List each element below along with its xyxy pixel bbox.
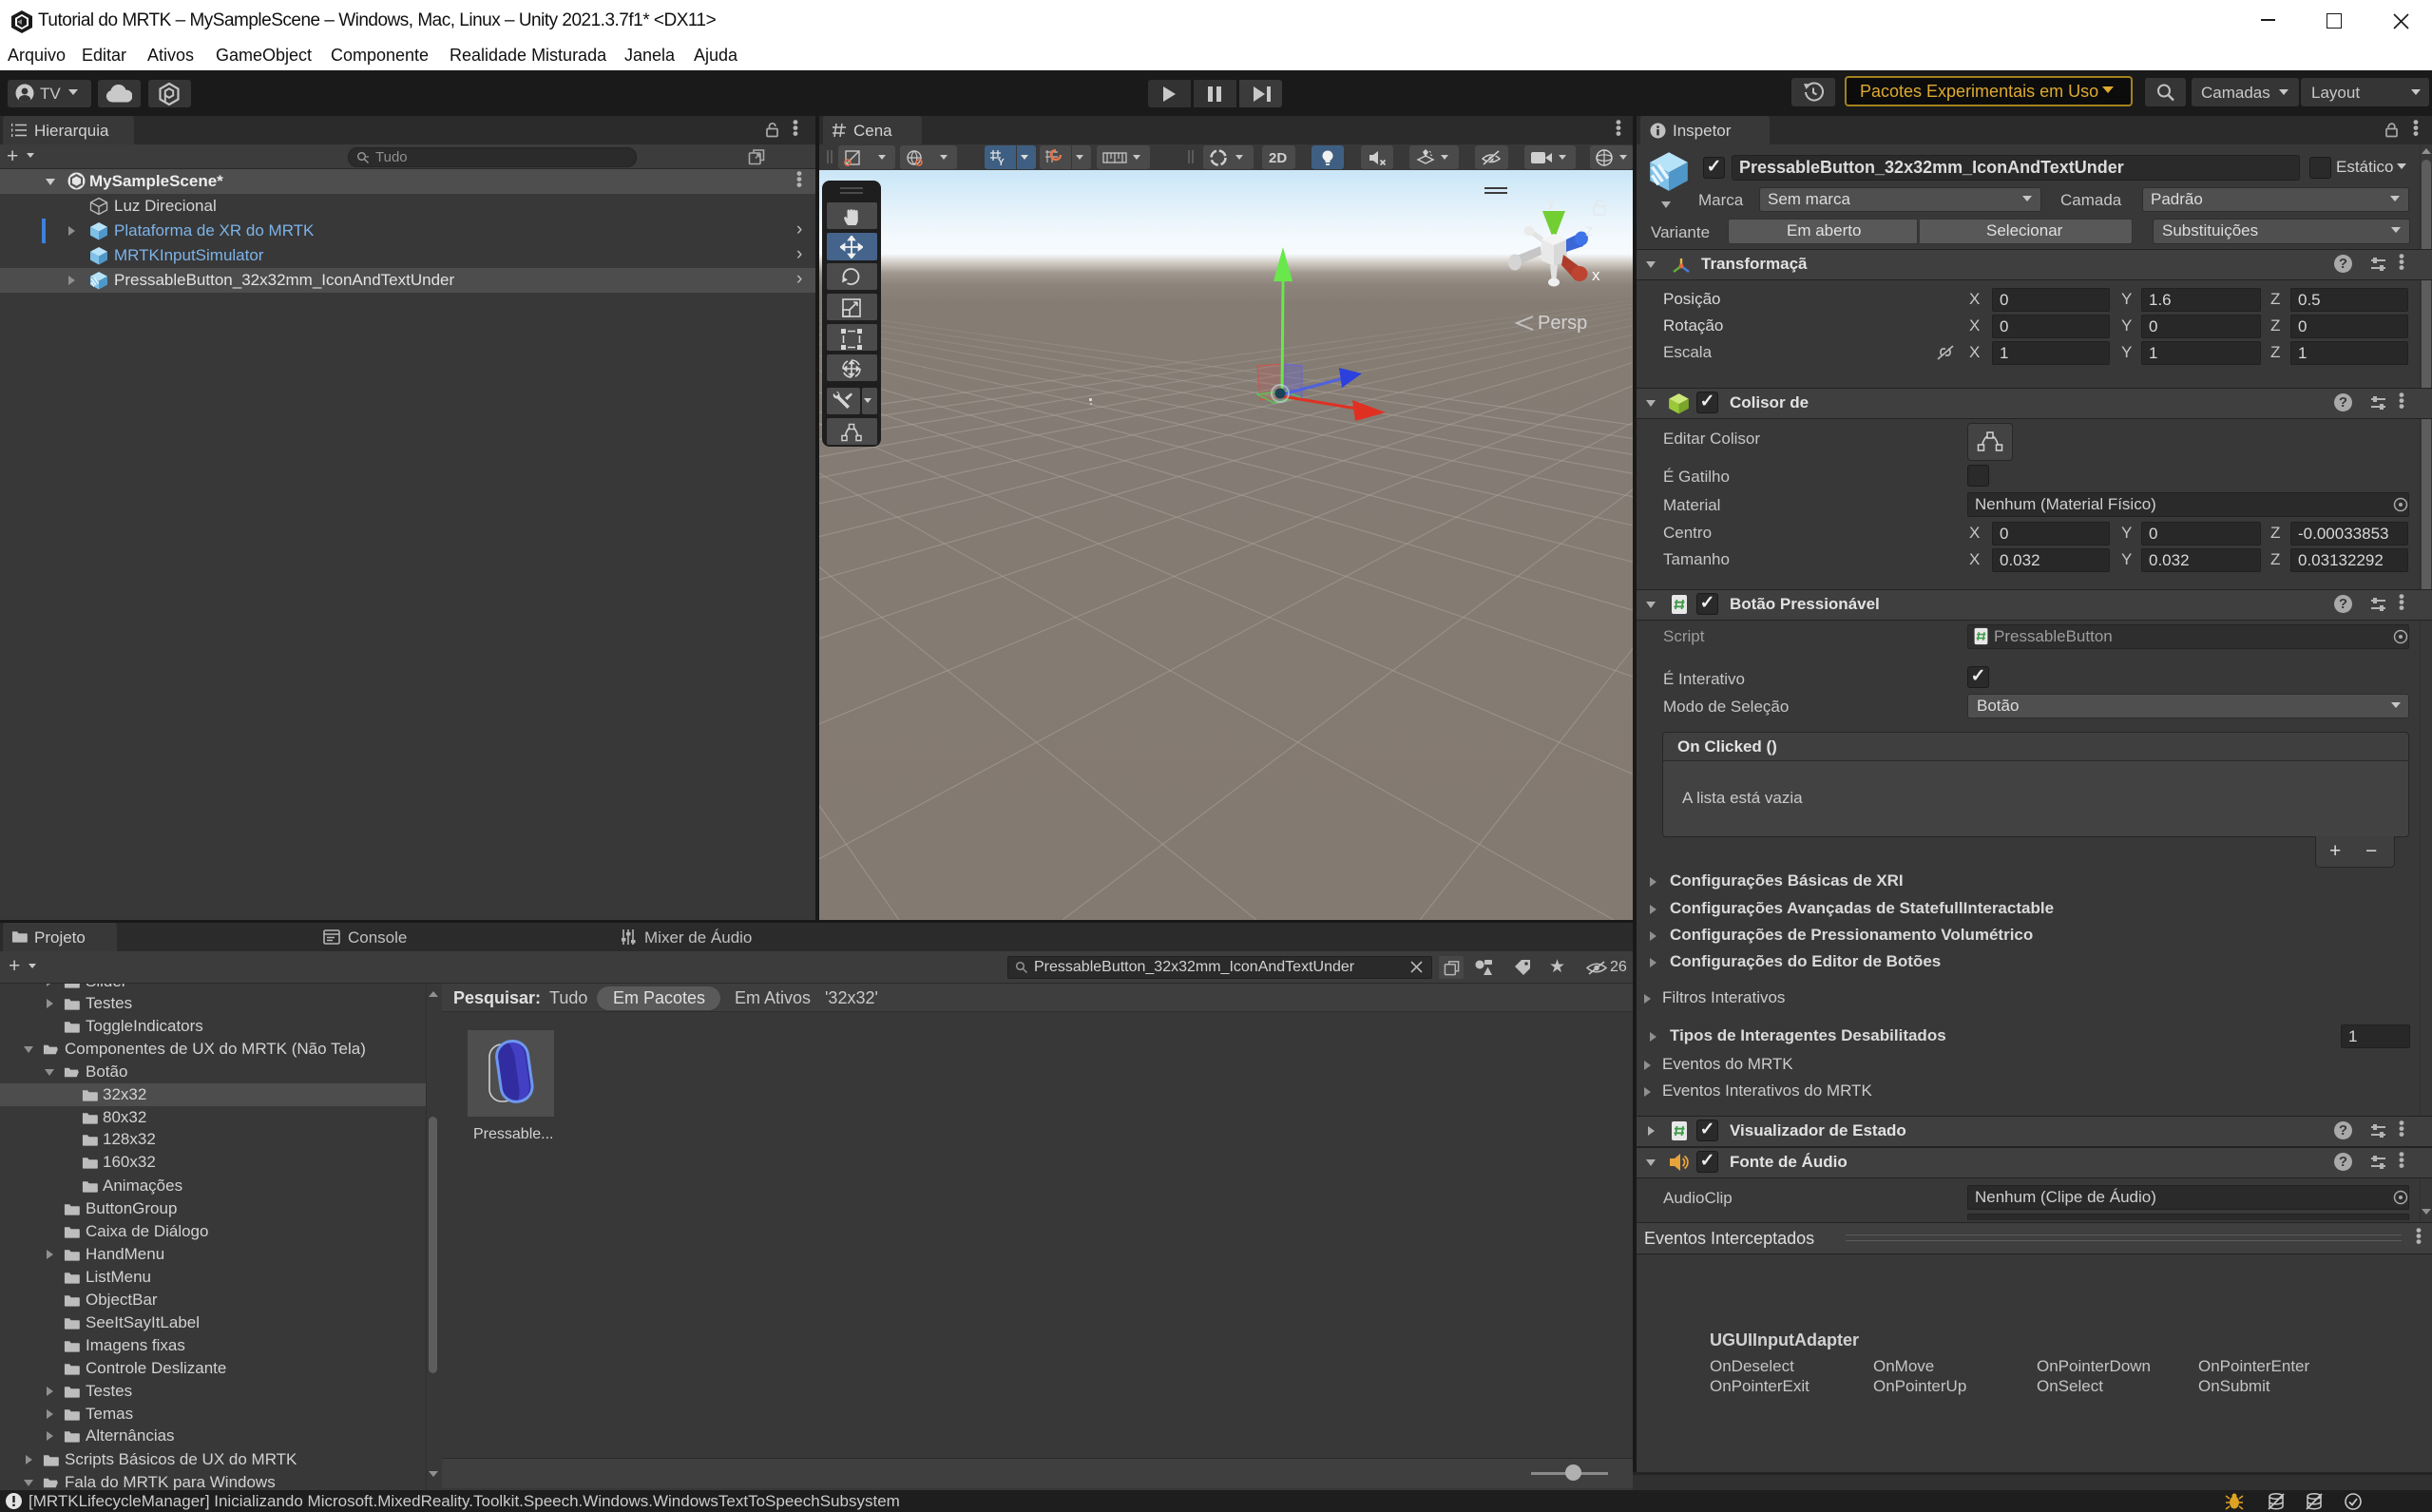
- svg-text:y: y: [1547, 192, 1556, 210]
- svg-text:Y: Y: [998, 158, 1005, 166]
- svg-text:x: x: [1592, 266, 1600, 284]
- svg-text:z: z: [1585, 221, 1594, 239]
